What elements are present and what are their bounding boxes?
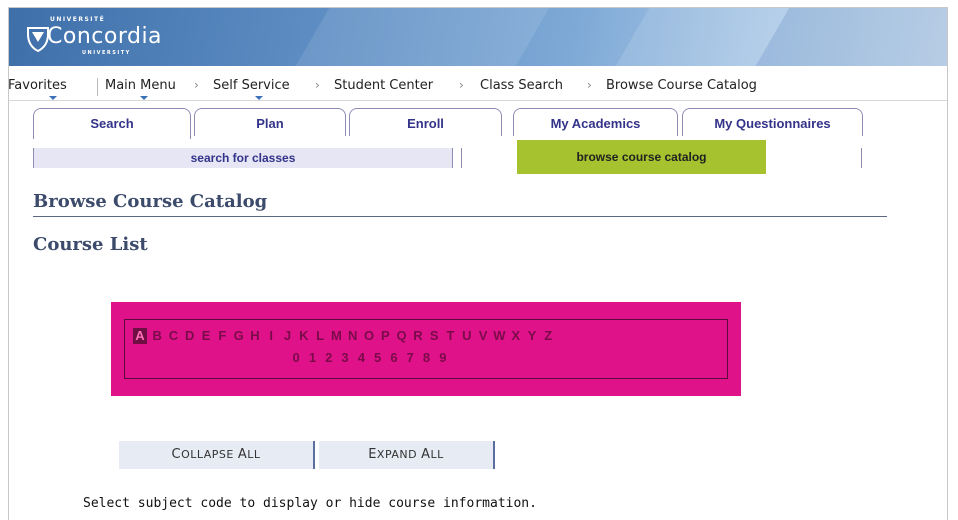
expand-label-initial: E [368,447,377,462]
search-subtabs: search for classes browse course catalog [33,140,863,174]
expand-label-rest: XPAND [376,448,422,461]
digit-link-4[interactable]: 4 [353,350,369,366]
subject-letter-panel: ABCDEFGHIJKLMNOPQRSTUVWXYZ 0123456789 [111,302,741,396]
subtab-search-for-classes-label: search for classes [190,151,296,165]
letter-link-k[interactable]: K [296,328,312,344]
favorites-dropdown-marker [49,96,57,100]
nav-self-service[interactable]: Self Service [213,78,290,93]
collapse-label-initial-2: A [237,447,248,462]
letter-link-d[interactable]: D [182,328,198,344]
tab-plan[interactable]: Plan [194,108,346,136]
university-header: UNIVERSITÉ Concordia UNIVERSITY [9,8,947,66]
letter-link-z[interactable]: Z [540,328,556,344]
letter-link-q[interactable]: Q [393,328,409,344]
collapse-label-initial: C [171,447,182,462]
letter-link-l[interactable]: L [312,328,328,344]
letter-link-m[interactable]: M [328,328,344,344]
nav-divider [97,78,98,96]
tab-enroll[interactable]: Enroll [349,108,502,136]
nav-browse-course-catalog[interactable]: Browse Course Catalog [606,78,757,93]
digit-link-7[interactable]: 7 [402,350,418,366]
letter-link-c[interactable]: C [165,328,181,344]
main-menu-dropdown-marker [140,96,148,100]
letter-links-row: ABCDEFGHIJKLMNOPQRSTUVWXYZ [133,328,556,344]
letter-link-p[interactable]: P [377,328,393,344]
subtab-divider [452,148,453,168]
subtab-search-for-classes[interactable]: search for classes [33,148,453,168]
subtab-divider [33,148,34,168]
collapse-all-button[interactable]: COLLAPSE ALL [119,441,315,469]
letter-link-w[interactable]: W [491,328,507,344]
instructions-text: Select subject code to display or hide c… [83,496,537,511]
letter-link-n[interactable]: N [345,328,361,344]
letter-link-a[interactable]: A [133,328,147,344]
letter-link-b[interactable]: B [149,328,165,344]
digit-link-5[interactable]: 5 [369,350,385,366]
breadcrumb-separator: › [315,78,320,92]
subtab-browse-course-catalog[interactable]: browse course catalog [517,140,766,174]
expand-label-initial-2: A [421,447,431,462]
tab-search[interactable]: Search [33,108,191,139]
logo-name-text: Concordia [47,24,163,49]
digit-links-row: 0123456789 [288,350,451,366]
page-title: Browse Course Catalog [33,191,268,212]
letter-link-s[interactable]: S [426,328,442,344]
letter-link-g[interactable]: G [230,328,246,344]
letter-link-u[interactable]: U [459,328,475,344]
letter-link-r[interactable]: R [410,328,426,344]
expand-label-rest-2: LL [430,448,444,461]
tab-my-questionnaires[interactable]: My Questionnaires [682,108,863,136]
main-navigation-bar: Favorites Main Menu › Self Service › Stu… [9,74,947,101]
digit-link-2[interactable]: 2 [321,350,337,366]
nav-student-center[interactable]: Student Center [334,78,433,93]
breadcrumb-separator: › [459,78,464,92]
nav-class-search[interactable]: Class Search [480,78,563,93]
digit-link-8[interactable]: 8 [418,350,434,366]
title-underline [33,216,887,217]
digit-link-0[interactable]: 0 [288,350,304,366]
digit-link-3[interactable]: 3 [337,350,353,366]
collapse-label-rest-2: LL [247,448,261,461]
nav-main-menu[interactable]: Main Menu [105,78,176,93]
nav-favorites[interactable]: Favorites [9,78,67,93]
letter-link-t[interactable]: T [442,328,458,344]
letter-link-f[interactable]: F [214,328,230,344]
subtab-divider [461,148,462,168]
collapse-label-rest: OLLAPSE [181,448,238,461]
section-title: Course List [33,234,148,255]
expand-all-button[interactable]: EXPAND ALL [319,441,495,469]
breadcrumb-separator: › [587,78,592,92]
subject-letter-box: ABCDEFGHIJKLMNOPQRSTUVWXYZ 0123456789 [124,319,728,379]
letter-link-h[interactable]: H [247,328,263,344]
digit-link-6[interactable]: 6 [386,350,402,366]
browser-frame: UNIVERSITÉ Concordia UNIVERSITY Favorite… [8,7,948,520]
header-decoration [277,8,561,66]
letter-link-i[interactable]: I [263,328,279,344]
breadcrumb-separator: › [194,78,199,92]
logo-universite-text: UNIVERSITÉ [50,16,106,23]
letter-link-o[interactable]: O [361,328,377,344]
concordia-logo[interactable]: UNIVERSITÉ Concordia UNIVERSITY [18,12,188,62]
letter-link-x[interactable]: X [508,328,524,344]
logo-university-text: UNIVERSITY [82,50,131,56]
letter-link-e[interactable]: E [198,328,214,344]
letter-link-j[interactable]: J [279,328,295,344]
digit-link-1[interactable]: 1 [304,350,320,366]
digit-link-9[interactable]: 9 [435,350,451,366]
self-service-dropdown-marker [255,96,263,100]
letter-link-y[interactable]: Y [524,328,540,344]
letter-link-v[interactable]: V [475,328,491,344]
tab-my-academics[interactable]: My Academics [513,108,678,136]
subtab-divider [861,148,862,168]
